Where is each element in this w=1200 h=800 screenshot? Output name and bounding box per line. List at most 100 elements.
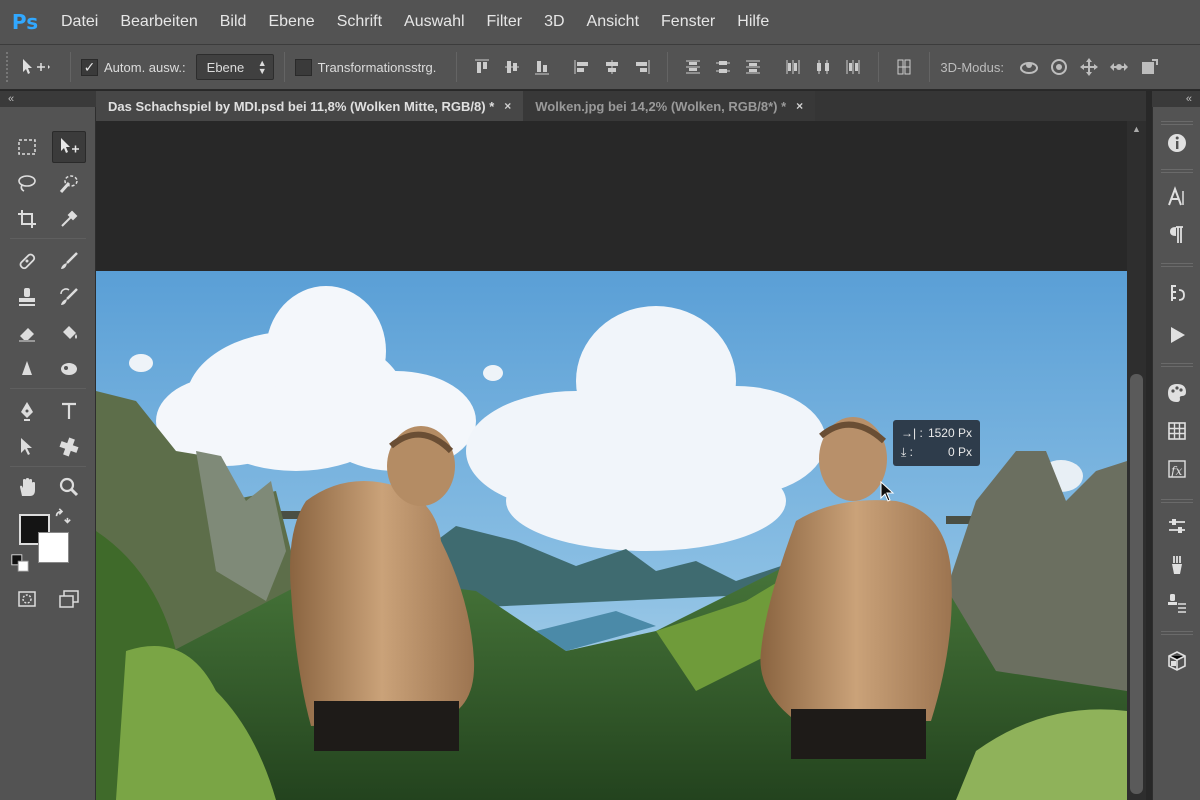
panel-grip[interactable] bbox=[1161, 363, 1193, 367]
auto-select-checkbox[interactable]: ✓ bbox=[81, 58, 98, 76]
swap-colors-button[interactable] bbox=[52, 507, 72, 527]
3d-roll-button[interactable] bbox=[1044, 52, 1074, 82]
separator bbox=[667, 52, 669, 82]
panel-grip[interactable] bbox=[1161, 169, 1193, 173]
brush-tool[interactable] bbox=[52, 245, 86, 277]
clone-source-panel-button[interactable] bbox=[1160, 587, 1194, 619]
dodge-icon bbox=[61, 363, 77, 375]
3d-roll-icon bbox=[1050, 59, 1067, 75]
distribute-top-icon bbox=[686, 60, 701, 74]
document-canvas[interactable] bbox=[96, 271, 1127, 800]
tab-schachspiel[interactable]: Das Schachspiel by MDI.psd bei 11,8% (Wo… bbox=[96, 91, 524, 121]
paragraph-panel-button[interactable] bbox=[1160, 219, 1194, 251]
transform-controls-checkbox[interactable] bbox=[294, 58, 312, 76]
history-brush-tool[interactable] bbox=[52, 281, 86, 313]
3d-panel-button[interactable] bbox=[1160, 645, 1194, 677]
distribute-right-icon bbox=[846, 60, 860, 74]
menu-bearbeiten[interactable]: Bearbeiten bbox=[109, 0, 208, 44]
panel-grip[interactable] bbox=[1161, 499, 1193, 503]
dodge-tool[interactable] bbox=[52, 353, 86, 385]
align-right-edges-button[interactable] bbox=[629, 54, 655, 80]
menu-3d[interactable]: 3D bbox=[533, 0, 575, 44]
vertical-scrollbar[interactable]: ▲ bbox=[1127, 121, 1146, 800]
menu-schrift[interactable]: Schrift bbox=[326, 0, 393, 44]
hand-tool[interactable] bbox=[10, 471, 44, 503]
height-icon-glyph: ⤓ bbox=[901, 445, 907, 459]
menu-ansicht[interactable]: Ansicht bbox=[576, 0, 650, 44]
distribute-left-button[interactable] bbox=[780, 54, 806, 80]
transform-controls-label: Transformationsstrg. bbox=[317, 59, 437, 75]
3d-scale-button[interactable] bbox=[1134, 52, 1164, 82]
menu-bild[interactable]: Bild bbox=[209, 0, 258, 44]
styles-panel-button[interactable]: fx bbox=[1160, 453, 1194, 485]
auto-align-layers-button[interactable] bbox=[891, 54, 917, 80]
width-value: 1520 Px bbox=[927, 426, 972, 440]
crop-icon bbox=[18, 210, 36, 228]
zoom-tool[interactable] bbox=[52, 471, 86, 503]
actions-panel-button[interactable] bbox=[1160, 319, 1194, 351]
clone-stamp-tool[interactable] bbox=[10, 281, 44, 313]
panel-grip[interactable] bbox=[1161, 631, 1193, 635]
3d-drag-button[interactable] bbox=[1074, 52, 1104, 82]
panel-grip[interactable] bbox=[1161, 263, 1193, 267]
menu-auswahl[interactable]: Auswahl bbox=[393, 0, 475, 44]
history-icon bbox=[1171, 285, 1185, 301]
rectangular-marquee-tool[interactable] bbox=[10, 131, 44, 163]
quick-mask-button[interactable] bbox=[10, 583, 44, 615]
close-icon[interactable]: × bbox=[504, 99, 511, 113]
close-icon[interactable]: × bbox=[796, 99, 803, 113]
align-top-edges-button[interactable] bbox=[469, 54, 495, 80]
move-tool-icon bbox=[23, 59, 50, 74]
type-tool[interactable] bbox=[52, 395, 86, 427]
blur-tool[interactable] bbox=[10, 353, 44, 385]
quick-selection-tool[interactable] bbox=[52, 167, 86, 199]
menu-datei[interactable]: Datei bbox=[50, 0, 109, 44]
eyedropper-tool[interactable] bbox=[52, 203, 86, 235]
swatches-panel-button[interactable] bbox=[1160, 415, 1194, 447]
distribute-bottom-button[interactable] bbox=[740, 54, 766, 80]
scroll-up-icon[interactable]: ▲ bbox=[1132, 124, 1141, 134]
screen-mode-button[interactable] bbox=[52, 583, 86, 615]
healing-brush-tool[interactable] bbox=[10, 245, 44, 277]
brush-presets-panel-button[interactable] bbox=[1160, 549, 1194, 581]
menu-filter[interactable]: Filter bbox=[476, 0, 534, 44]
paint-bucket-tool[interactable] bbox=[52, 317, 86, 349]
align-vcenter-icon bbox=[505, 61, 520, 73]
move-tool-preset-picker[interactable] bbox=[12, 52, 60, 82]
3d-rotate-button[interactable] bbox=[1014, 52, 1044, 82]
align-left-icon bbox=[574, 60, 589, 74]
align-vertical-centers-button[interactable] bbox=[499, 54, 525, 80]
distribute-hcenter-button[interactable] bbox=[810, 54, 836, 80]
eraser-tool[interactable] bbox=[10, 317, 44, 349]
panel-grip[interactable] bbox=[1161, 121, 1193, 125]
menu-ebene[interactable]: Ebene bbox=[257, 0, 325, 44]
character-panel-button[interactable] bbox=[1160, 181, 1194, 213]
auto-select-dropdown[interactable]: Ebene ▲ ▼ bbox=[195, 54, 274, 80]
align-left-edges-button[interactable] bbox=[569, 54, 595, 80]
distribute-top-button[interactable] bbox=[680, 54, 706, 80]
crop-tool[interactable] bbox=[10, 203, 44, 235]
move-tool[interactable] bbox=[52, 131, 86, 163]
tab-wolken[interactable]: Wolken.jpg bei 14,2% (Wolken, RGB/8*) * … bbox=[523, 91, 816, 121]
adjustments-panel-button[interactable] bbox=[1160, 511, 1194, 543]
menu-hilfe[interactable]: Hilfe bbox=[726, 0, 780, 44]
pen-tool[interactable] bbox=[10, 395, 44, 427]
path-selection-tool[interactable] bbox=[10, 431, 44, 463]
info-panel-button[interactable] bbox=[1160, 127, 1194, 159]
default-colors-button[interactable] bbox=[10, 553, 30, 573]
history-panel-button[interactable] bbox=[1160, 277, 1194, 309]
lasso-tool[interactable] bbox=[10, 167, 44, 199]
scrollbar-thumb[interactable] bbox=[1130, 374, 1143, 794]
align-bottom-edges-button[interactable] bbox=[529, 54, 555, 80]
align-horizontal-centers-button[interactable] bbox=[599, 54, 625, 80]
background-color-swatch[interactable] bbox=[38, 532, 69, 563]
menu-fenster[interactable]: Fenster bbox=[650, 0, 726, 44]
toolbar-collapse-button[interactable]: « bbox=[0, 91, 96, 107]
color-panel-button[interactable] bbox=[1160, 377, 1194, 409]
distribute-vcenter-button[interactable] bbox=[710, 54, 736, 80]
history-brush-icon bbox=[60, 288, 78, 305]
panel-dock-collapse-button[interactable]: « bbox=[1152, 91, 1200, 107]
3d-slide-button[interactable] bbox=[1104, 52, 1134, 82]
custom-shape-tool[interactable] bbox=[52, 431, 86, 463]
distribute-right-button[interactable] bbox=[840, 54, 866, 80]
